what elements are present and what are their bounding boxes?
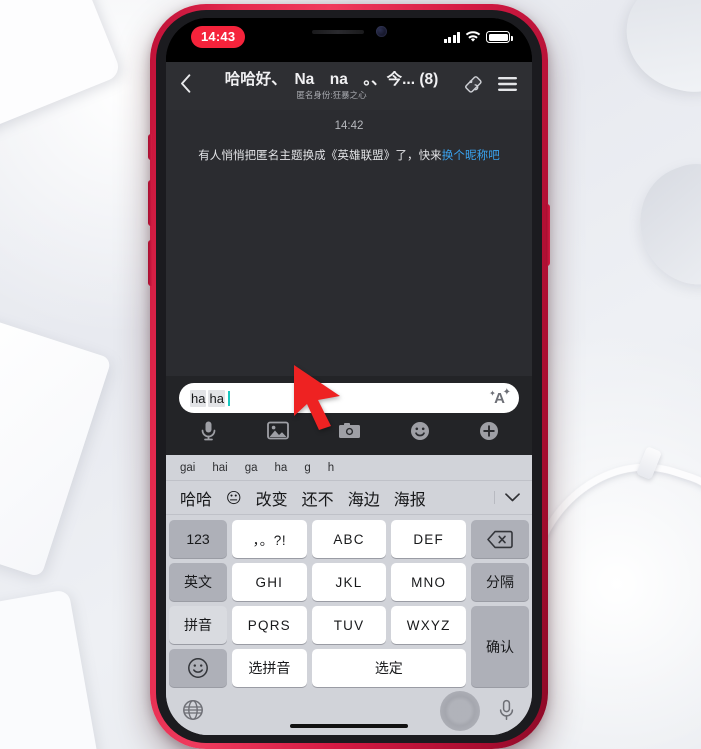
white-object-top-left — [0, 0, 123, 135]
hamburger-menu-icon[interactable] — [497, 76, 518, 97]
key-ghi[interactable]: GHI — [232, 563, 307, 601]
pinyin-option[interactable]: h — [328, 462, 334, 474]
candidate-word[interactable]: 还不 — [302, 486, 334, 510]
message-timestamp: 14:42 — [334, 120, 364, 132]
desk-scene: 14:43 哈哈好、 Na na 。、今... (8) 匿名身份:狂暴之心 14… — [0, 0, 701, 749]
emoji-icon[interactable] — [410, 421, 430, 446]
power-button[interactable] — [546, 204, 550, 266]
wifi-icon — [465, 31, 481, 42]
ai-text-style-icon[interactable]: ✦ A ✦ — [489, 387, 511, 407]
notch — [265, 18, 433, 45]
key-tuv[interactable]: TUV — [311, 606, 387, 644]
voice-message-icon[interactable] — [199, 420, 218, 446]
key-wxyz[interactable]: WXYZ — [391, 606, 466, 644]
key-punctuation[interactable]: ，。?! — [232, 520, 307, 558]
keyboard-bottom-bar — [166, 689, 532, 735]
smiley-key-icon[interactable] — [169, 649, 227, 687]
message-input-field[interactable]: ha ha ✦ A ✦ — [179, 383, 519, 413]
key-separator[interactable]: 分隔 — [470, 563, 529, 601]
composing-text: ha ha — [190, 389, 490, 407]
key-abc[interactable]: ABC — [311, 520, 387, 558]
chinese-keyboard: gai hai ga ha g h 哈哈 😐 改变 还不 海边 海报 123 ，… — [166, 455, 532, 735]
anonymous-identity-label: 匿名身份:狂暴之心 — [296, 90, 367, 100]
camera-icon[interactable] — [338, 422, 361, 445]
status-bar: 14:43 — [166, 18, 532, 62]
volume-up-button[interactable] — [148, 180, 152, 226]
header-actions — [463, 73, 518, 99]
photo-library-icon[interactable] — [267, 421, 289, 445]
key-pick-pinyin[interactable]: 选拼音 — [232, 649, 307, 687]
key-def[interactable]: DEF — [391, 520, 466, 558]
assistive-touch-button[interactable] — [440, 691, 480, 731]
candidate-word[interactable]: 哈哈 — [180, 486, 212, 510]
key-mno[interactable]: MNO — [391, 563, 466, 601]
keypad: 123 ，。?! ABC DEF 英文 GHI JKL MNO 分隔 拼音 PQ… — [166, 515, 532, 689]
battery-full-icon — [486, 31, 513, 43]
composing-segment-2: ha — [208, 389, 225, 407]
system-message-text: 有人悄悄把匿名主题换成《英雄联盟》了，快来 — [198, 150, 442, 162]
system-message: 有人悄悄把匿名主题换成《英雄联盟》了，快来换个昵称吧 — [166, 148, 532, 165]
cable-connector — [635, 446, 663, 480]
key-confirm[interactable]: 确认 — [470, 606, 529, 687]
pinyin-option[interactable]: g — [304, 462, 310, 474]
header-center[interactable]: 哈哈好、 Na na 。、今... (8) 匿名身份:狂暴之心 — [200, 71, 463, 101]
chevron-down-icon[interactable] — [494, 491, 520, 504]
key-jkl[interactable]: JKL — [311, 563, 387, 601]
grey-object-top-right — [615, 0, 701, 102]
candidate-word[interactable]: 海边 — [348, 486, 380, 510]
change-nickname-link[interactable]: 换个昵称吧 — [442, 150, 500, 162]
key-pinyin[interactable]: 拼音 — [169, 606, 227, 644]
anonymous-mask-icon[interactable] — [463, 73, 484, 99]
iphone-device: 14:43 哈哈好、 Na na 。、今... (8) 匿名身份:狂暴之心 14… — [148, 4, 550, 749]
pinyin-options-row: gai hai ga ha g h — [166, 455, 532, 481]
cellular-bars-icon — [443, 31, 460, 43]
input-toolbar — [179, 413, 519, 450]
candidate-word[interactable]: 改变 — [256, 486, 288, 510]
composing-segment-1: ha — [190, 389, 207, 407]
candidate-emoji[interactable]: 😐 — [226, 489, 242, 507]
pinyin-option[interactable]: ga — [245, 462, 258, 474]
chat-header: 哈哈好、 Na na 。、今... (8) 匿名身份:狂暴之心 — [166, 62, 532, 110]
chat-message-list: 14:42 有人悄悄把匿名主题换成《英雄联盟》了，快来换个昵称吧 — [166, 110, 532, 376]
front-camera-icon — [375, 26, 387, 37]
pinyin-option[interactable]: gai — [180, 462, 195, 474]
recording-time-badge[interactable]: 14:43 — [191, 26, 246, 48]
text-caret — [227, 390, 230, 406]
page-title: 哈哈好、 Na na 。、今... (8) — [224, 71, 439, 88]
status-indicators — [443, 31, 513, 43]
grey-object-right — [623, 149, 701, 301]
back-chevron-icon[interactable] — [180, 74, 200, 98]
pinyin-option[interactable]: ha — [275, 462, 288, 474]
dictation-mic-icon[interactable] — [497, 699, 516, 726]
add-more-icon[interactable] — [479, 421, 499, 446]
key-123[interactable]: 123 — [169, 520, 227, 558]
white-object-bottom-left — [0, 589, 100, 749]
message-input-bar: ha ha ✦ A ✦ — [166, 376, 532, 455]
key-english[interactable]: 英文 — [169, 563, 227, 601]
phone-screen: 14:43 哈哈好、 Na na 。、今... (8) 匿名身份:狂暴之心 14… — [166, 18, 532, 735]
home-indicator[interactable] — [290, 724, 408, 728]
globe-language-icon[interactable] — [182, 699, 204, 726]
key-pqrs[interactable]: PQRS — [232, 606, 307, 644]
white-object-left — [0, 312, 112, 578]
backspace-icon[interactable] — [470, 520, 529, 558]
candidate-words-row: 哈哈 😐 改变 还不 海边 海报 — [166, 481, 532, 515]
earpiece-speaker-icon — [311, 29, 364, 34]
volume-down-button[interactable] — [148, 240, 152, 286]
pinyin-option[interactable]: hai — [212, 462, 227, 474]
candidate-word[interactable]: 海报 — [394, 486, 426, 510]
mute-switch[interactable] — [148, 134, 152, 160]
key-select[interactable]: 选定 — [311, 649, 466, 687]
